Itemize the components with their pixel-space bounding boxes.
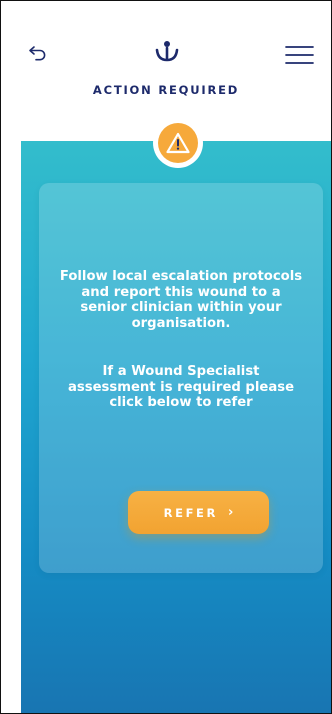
chevron-right-icon: › xyxy=(227,505,234,520)
menu-button[interactable] xyxy=(285,44,315,66)
page-title: ACTION REQUIRED xyxy=(92,83,240,97)
app-frame: ACTION REQUIRED Follow local escalation … xyxy=(0,0,332,714)
brand-logo-icon xyxy=(155,41,179,62)
warning-triangle-icon xyxy=(166,132,190,154)
undo-arrow-icon xyxy=(29,46,46,61)
referral-message: If a Wound Specialist assessment is requ… xyxy=(67,364,295,410)
info-card: Follow local escalation protocols and re… xyxy=(39,183,323,573)
alert-badge xyxy=(153,118,203,168)
alert-badge-circle xyxy=(158,123,198,163)
hamburger-menu-icon xyxy=(285,46,314,64)
refer-button-label: REFER xyxy=(163,505,218,520)
content-area: Follow local escalation protocols and re… xyxy=(21,141,331,713)
back-button[interactable] xyxy=(27,42,49,64)
escalation-message: Follow local escalation protocols and re… xyxy=(59,269,303,331)
refer-button[interactable]: REFER › xyxy=(128,491,269,534)
